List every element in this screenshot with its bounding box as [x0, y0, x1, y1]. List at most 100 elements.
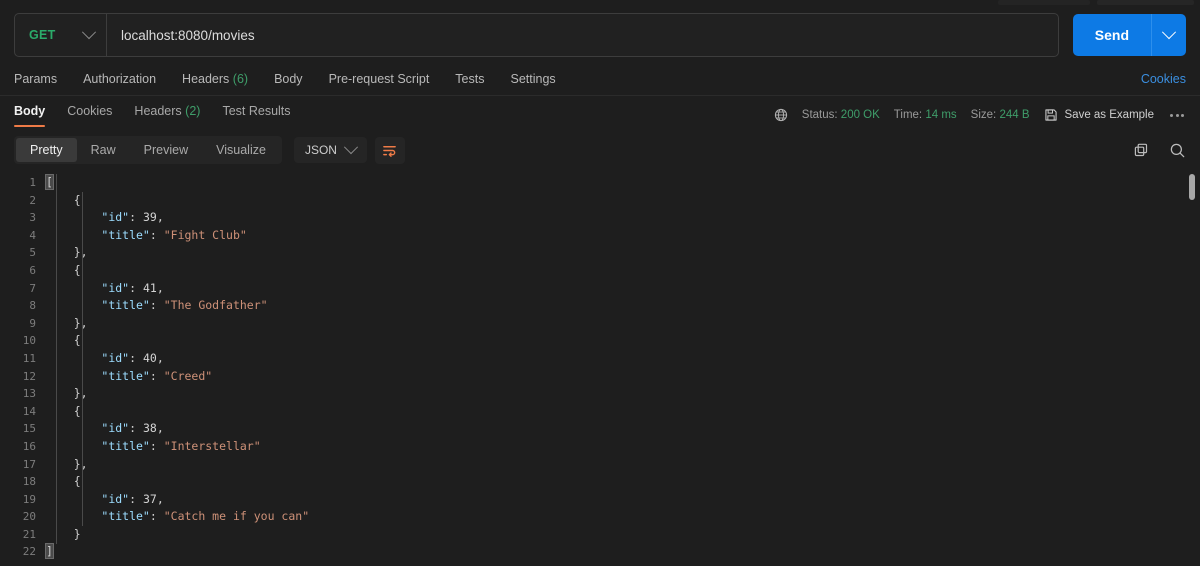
more-actions-icon[interactable]: [1168, 113, 1186, 117]
status-code[interactable]: Status: 200 OK: [802, 109, 880, 121]
request-tab-body[interactable]: Body: [274, 72, 303, 86]
request-bar: GET localhost:8080/movies Send: [0, 7, 1200, 63]
copy-icon[interactable]: [1133, 142, 1149, 158]
response-scrollbar[interactable]: [1188, 168, 1196, 566]
code-line: 8 "title": "The Godfather": [0, 297, 1200, 315]
code-token: {: [46, 192, 81, 207]
line-number: 16: [22, 439, 36, 453]
code-token: },: [46, 386, 88, 401]
code-token: 38: [142, 421, 157, 436]
code-text: "id": 37,: [46, 491, 163, 509]
code-token: {: [46, 474, 81, 489]
code-token: :: [129, 210, 143, 225]
text-wrap-icon: [383, 145, 397, 157]
request-tab-headers[interactable]: Headers (6): [182, 72, 248, 86]
code-token: {: [46, 333, 81, 348]
view-mode-raw[interactable]: Raw: [77, 138, 130, 162]
request-tab-authorization[interactable]: Authorization: [83, 72, 156, 86]
code-text: },: [46, 315, 88, 333]
response-tab-body[interactable]: Body: [14, 104, 46, 127]
size-label: Size:: [970, 109, 997, 121]
code-token: ,: [156, 280, 164, 295]
send-button-group: Send: [1072, 14, 1186, 56]
save-as-example-button[interactable]: Save as Example: [1044, 108, 1154, 122]
line-number: 9: [29, 316, 36, 330]
search-icon[interactable]: [1169, 142, 1186, 159]
code-token: "title": [101, 298, 150, 313]
chevron-down-icon: [81, 25, 97, 40]
code-text: "id": 40,: [46, 350, 164, 368]
response-time[interactable]: Time: 14 ms: [894, 109, 957, 121]
code-token: ,: [156, 210, 164, 225]
code-line: 12 "title": "Creed": [0, 368, 1200, 386]
code-token: :: [129, 280, 143, 295]
line-number: 6: [29, 263, 36, 277]
code-token: 41: [142, 280, 157, 295]
globe-icon[interactable]: [774, 108, 788, 122]
code-token: ,: [156, 350, 164, 365]
code-token: ,: [156, 421, 164, 436]
view-mode-pretty[interactable]: Pretty: [16, 138, 77, 162]
send-button[interactable]: Send: [1073, 14, 1151, 56]
wrap-lines-button[interactable]: [374, 136, 405, 164]
code-token: {: [46, 262, 81, 277]
language-dropdown[interactable]: JSON: [293, 137, 367, 163]
send-options-dropdown[interactable]: [1151, 14, 1186, 56]
code-line: 11 "id": 40,: [0, 350, 1200, 368]
http-method-dropdown[interactable]: GET: [15, 14, 107, 56]
request-tab-headers-count: (6): [232, 72, 249, 86]
code-token: "title": [101, 509, 150, 524]
postman-response-pane: GET localhost:8080/movies Send Params Au…: [0, 0, 1200, 566]
response-tab-cookies[interactable]: Cookies: [67, 104, 112, 127]
chevron-down-icon: [1161, 25, 1177, 40]
line-number: 8: [29, 299, 36, 313]
request-tab-tests[interactable]: Tests: [455, 72, 484, 86]
code-token: "title": [101, 227, 150, 242]
code-token: 40: [142, 350, 157, 365]
code-text: {: [46, 262, 81, 280]
code-token: "id": [101, 210, 130, 225]
cookies-link[interactable]: Cookies: [1141, 72, 1186, 86]
response-tab-test-results[interactable]: Test Results: [222, 104, 290, 127]
code-token: "title": [101, 438, 150, 453]
code-token: 37: [142, 491, 157, 506]
view-mode-visualize[interactable]: Visualize: [202, 138, 280, 162]
code-text: {: [46, 403, 81, 421]
request-tab-settings[interactable]: Settings: [510, 72, 555, 86]
code-token: :: [129, 491, 143, 506]
code-line: 6 {: [0, 262, 1200, 280]
code-line: 2 {: [0, 192, 1200, 210]
code-token: :: [149, 509, 164, 524]
time-value: 14 ms: [925, 109, 957, 121]
response-tab-headers-count: (2): [185, 103, 201, 118]
scrollbar-thumb[interactable]: [1189, 174, 1195, 200]
response-size[interactable]: Size: 244 B: [971, 109, 1030, 121]
line-number: 22: [22, 545, 36, 559]
response-tab-headers[interactable]: Headers (2): [134, 104, 200, 127]
code-line: 13 },: [0, 385, 1200, 403]
line-number: 4: [29, 228, 36, 242]
code-text: "title": "The Godfather": [46, 297, 268, 315]
code-line: 18 {: [0, 473, 1200, 491]
line-number: 15: [22, 422, 36, 436]
request-tab-params[interactable]: Params: [14, 72, 57, 86]
window-chrome-strip: [0, 0, 1200, 7]
code-text: },: [46, 244, 88, 262]
view-mode-preview[interactable]: Preview: [130, 138, 202, 162]
response-tab-label: Headers: [134, 103, 182, 118]
url-input[interactable]: localhost:8080/movies: [107, 14, 1058, 56]
chrome-ghost-left: [998, 0, 1090, 5]
code-token: "The Godfather": [163, 298, 268, 313]
time-label: Time:: [893, 109, 923, 121]
code-text: "title": "Fight Club": [46, 227, 246, 245]
request-tab-pre-request-script[interactable]: Pre-request Script: [329, 72, 430, 86]
response-body-viewer[interactable]: 1[2 {3 "id": 39, 4 "title": "Fight Club" 5…: [0, 168, 1200, 566]
code-line: 20 "title": "Catch me if you can": [0, 508, 1200, 526]
request-tabs: Params Authorization Headers (6) Body Pr…: [0, 63, 1200, 96]
code-token: :: [129, 421, 143, 436]
response-status-group: Status: 200 OK Time: 14 ms Size: 244 B S…: [774, 108, 1186, 122]
line-number: 12: [22, 369, 36, 383]
